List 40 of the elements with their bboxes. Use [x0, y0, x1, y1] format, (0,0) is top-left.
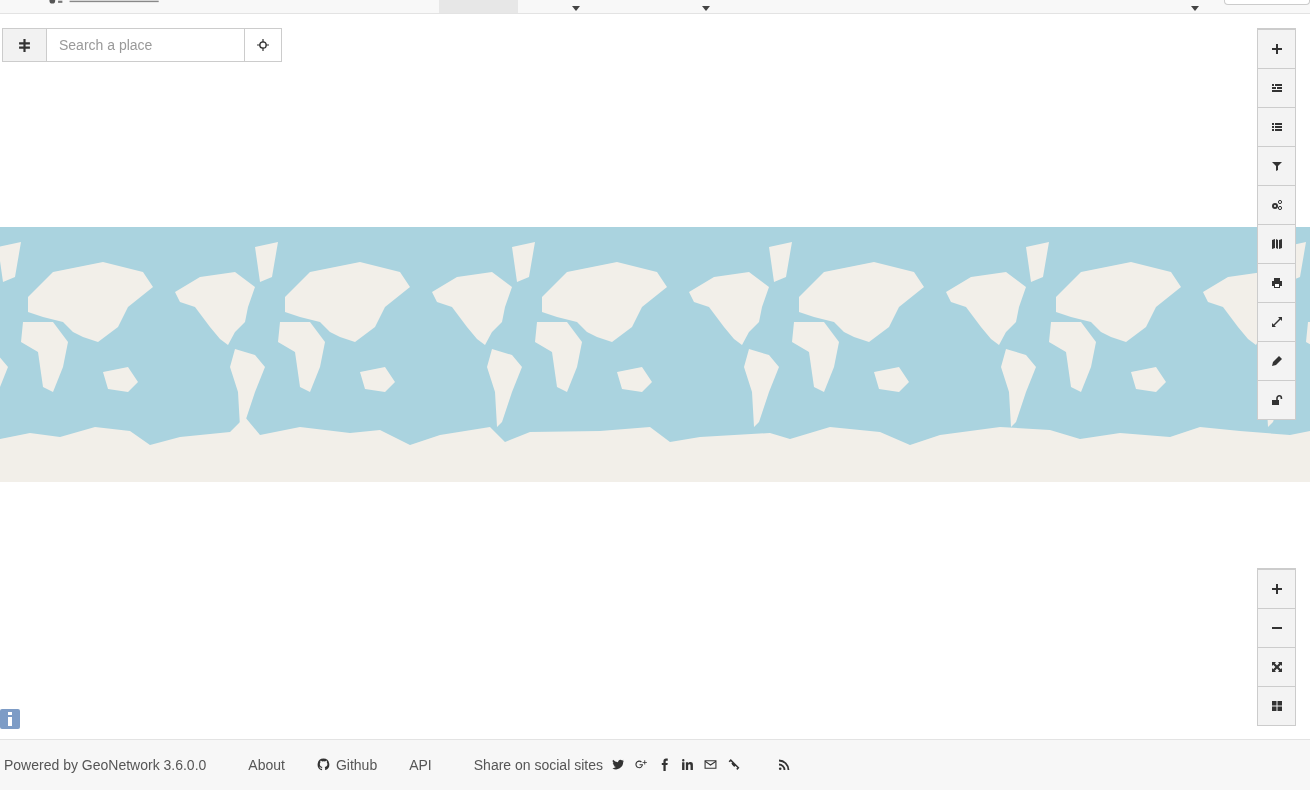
grid-icon — [1270, 700, 1283, 712]
zoom-in-icon — [1270, 583, 1283, 595]
share-link[interactable] — [680, 758, 694, 771]
share-label: Share on social sites — [473, 756, 603, 773]
caret-icon — [702, 6, 711, 11]
powered-by-text: Powered by GeoNetwork 3.6.0.0 — [4, 756, 207, 773]
search-field[interactable]: Search a place — [2, 28, 282, 62]
twitter-icon — [611, 758, 625, 771]
gears-icon — [1270, 199, 1283, 211]
list-icon — [1270, 121, 1283, 133]
caret-icon — [572, 6, 581, 11]
map-icon — [1270, 238, 1283, 250]
caret-icon — [1191, 6, 1200, 11]
footer-link[interactable]: About — [248, 756, 285, 773]
info-icon — [7, 712, 13, 726]
share-link[interactable] — [703, 758, 717, 771]
share-link[interactable] — [634, 758, 648, 771]
footer-link[interactable]: API — [409, 756, 432, 773]
expand-icon — [1270, 316, 1283, 328]
google-plus-icon — [634, 758, 648, 771]
envelope-icon — [703, 758, 717, 771]
pencil-icon — [1270, 355, 1283, 367]
print-icon — [1270, 277, 1283, 289]
layers-icon — [1270, 82, 1283, 94]
filter-button[interactable] — [3, 29, 46, 61]
logo[interactable] — [48, 0, 160, 5]
crosshair-icon — [257, 39, 269, 51]
fit-extent-icon — [1270, 661, 1283, 673]
github-icon — [316, 758, 330, 771]
search-field[interactable] — [1223, 0, 1310, 5]
signpost-icon — [18, 38, 31, 52]
unlock-icon — [1270, 394, 1283, 406]
info-button[interactable] — [0, 709, 20, 729]
share-link[interactable] — [611, 758, 625, 771]
filter-icon — [1270, 160, 1283, 172]
rss-icon — [777, 758, 790, 771]
linkedin-icon — [680, 758, 694, 771]
rss-link[interactable] — [777, 758, 790, 771]
add-icon — [1270, 43, 1283, 55]
footer-link[interactable]: Github — [316, 756, 378, 773]
